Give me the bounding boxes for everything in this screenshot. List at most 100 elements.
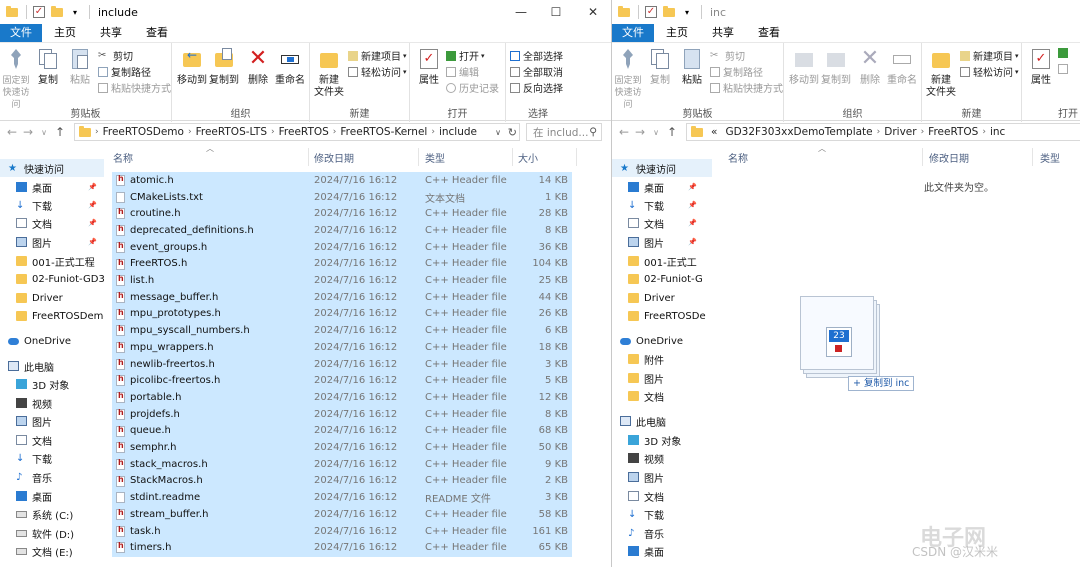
- sidebar-item[interactable]: 文档: [612, 487, 664, 505]
- properties-quick-icon[interactable]: ✓: [643, 4, 659, 20]
- select-none-button[interactable]: 全部取消: [510, 64, 563, 79]
- sidebar-item[interactable]: 桌面 📌: [612, 178, 697, 196]
- sidebar-item[interactable]: 图片: [0, 412, 52, 430]
- sidebar-item[interactable]: 文档: [612, 387, 664, 405]
- file-row[interactable]: mpu_prototypes.h 2024/7/16 16:12 C++ Heade…: [112, 306, 572, 323]
- new-folder-button[interactable]: 新建 文件夹: [926, 47, 956, 99]
- close-button[interactable]: ✕: [570, 0, 611, 24]
- sidebar-item[interactable]: 图片 📌: [0, 233, 97, 251]
- new-folder-quick-icon[interactable]: [661, 4, 677, 20]
- new-folder-button[interactable]: 新建 文件夹: [314, 47, 344, 99]
- search-input[interactable]: 在 includ... ⚲: [526, 123, 602, 141]
- sidebar-item[interactable]: ★ 快速访问: [0, 159, 104, 177]
- sidebar-item[interactable]: 此电脑: [612, 412, 666, 430]
- cut-button[interactable]: ✂ 剪切: [710, 48, 745, 64]
- sidebar-item[interactable]: Driver: [612, 289, 675, 307]
- sidebar-item[interactable]: ↓ 下载: [612, 505, 664, 523]
- forward-arrow-icon[interactable]: →: [632, 125, 648, 139]
- file-row[interactable]: newlib-freertos.h 2024/7/16 16:12 C++ Head…: [112, 356, 572, 373]
- file-row[interactable]: mpu_syscall_numbers.h 2024/7/16 16:12 C++ …: [112, 322, 572, 339]
- file-row[interactable]: timers.h 2024/7/16 16:12 C++ Header file 65…: [112, 539, 572, 556]
- sidebar-item[interactable]: 视频: [612, 449, 664, 467]
- edit-button[interactable]: 编辑: [446, 64, 479, 79]
- sidebar-item[interactable]: ↓ 下载 📌: [0, 196, 97, 214]
- breadcrumb-item[interactable]: FreeRTOS-Kernel: [340, 126, 427, 138]
- tab-share[interactable]: 共享: [700, 24, 746, 42]
- paste-shortcut-button[interactable]: 粘贴快捷方式: [98, 80, 171, 95]
- address-bar[interactable]: « GD32F303xxDemoTemplate › Driver › Free…: [686, 123, 1080, 141]
- edit-button[interactable]: [1058, 64, 1071, 74]
- copy-to-button[interactable]: 复制到: [208, 47, 240, 87]
- column-divider[interactable]: [1032, 148, 1033, 166]
- paste-button[interactable]: 粘贴: [66, 47, 94, 87]
- breadcrumb-item[interactable]: GD32F303xxDemoTemplate: [725, 126, 872, 138]
- file-row[interactable]: semphr.h 2024/7/16 16:12 C++ Header file 50…: [112, 439, 572, 456]
- move-to-button[interactable]: 移动到: [788, 47, 820, 87]
- tab-file[interactable]: 文件: [0, 24, 42, 42]
- file-row[interactable]: CMakeLists.txt 2024/7/16 16:12 文本文档 1 KB: [112, 189, 572, 206]
- column-header-type[interactable]: 类型: [1040, 146, 1060, 168]
- sidebar-item[interactable]: 系统 (C:): [0, 505, 73, 523]
- file-row[interactable]: stdint.readme 2024/7/16 16:12 README 文件 3 K…: [112, 489, 572, 506]
- sidebar-item[interactable]: 3D 对象: [0, 375, 69, 393]
- delete-button[interactable]: ✕ 删除: [856, 47, 884, 87]
- breadcrumb-item[interactable]: inc: [990, 126, 1005, 138]
- address-dropdown-icon[interactable]: ∨: [495, 128, 501, 137]
- sidebar-item[interactable]: FreeRTOSDe: [612, 307, 706, 325]
- sidebar-item[interactable]: 图片: [612, 369, 664, 387]
- file-row[interactable]: FreeRTOS.h 2024/7/16 16:12 C++ Header file…: [112, 256, 572, 273]
- open-button[interactable]: [1058, 48, 1071, 58]
- breadcrumb-item[interactable]: FreeRTOS: [279, 126, 329, 138]
- new-item-button[interactable]: 新建项目 ▾: [960, 48, 1019, 63]
- sidebar-item[interactable]: 文档 (E:): [0, 542, 73, 560]
- column-divider[interactable]: [512, 148, 513, 166]
- breadcrumb-item[interactable]: Driver: [884, 126, 916, 138]
- sidebar-item[interactable]: 文档 📌: [0, 214, 97, 232]
- invert-selection-button[interactable]: 反向选择: [510, 80, 563, 95]
- tab-share[interactable]: 共享: [88, 24, 134, 42]
- sidebar-item[interactable]: 视频: [0, 394, 52, 412]
- column-divider[interactable]: [922, 148, 923, 166]
- paste-shortcut-button[interactable]: 粘贴快捷方式: [710, 80, 783, 95]
- copy-path-button[interactable]: 复制路径: [98, 64, 151, 79]
- sidebar-item[interactable]: ↓ 下载 📌: [612, 196, 697, 214]
- sidebar-item[interactable]: ★ 快速访问: [612, 159, 712, 177]
- sidebar-item[interactable]: 桌面: [612, 542, 664, 560]
- recent-dropdown-icon[interactable]: ∨: [648, 128, 664, 137]
- file-row[interactable]: stack_macros.h 2024/7/16 16:12 C++ Header …: [112, 456, 572, 473]
- forward-arrow-icon[interactable]: →: [20, 125, 36, 139]
- up-arrow-icon[interactable]: ↑: [52, 125, 68, 139]
- sidebar-item[interactable]: 02-Funiot-GD3: [0, 270, 104, 288]
- quick-access-dropdown-icon[interactable]: ▾: [67, 4, 83, 20]
- sidebar-item[interactable]: 文档: [0, 431, 52, 449]
- sidebar-item[interactable]: 桌面: [0, 487, 52, 505]
- copy-path-button[interactable]: 复制路径: [710, 64, 763, 79]
- new-item-button[interactable]: 新建项目 ▾: [348, 48, 407, 63]
- file-row[interactable]: queue.h 2024/7/16 16:12 C++ Header file 68 …: [112, 423, 572, 440]
- tab-home[interactable]: 主页: [654, 24, 700, 42]
- sidebar-item[interactable]: ♪ 音乐: [612, 524, 664, 542]
- sidebar-item[interactable]: 001-正式工: [612, 252, 697, 270]
- copy-to-button[interactable]: 复制到: [820, 47, 852, 87]
- properties-button[interactable]: ✓ 属性: [1026, 47, 1056, 87]
- file-row[interactable]: croutine.h 2024/7/16 16:12 C++ Header file…: [112, 205, 572, 222]
- column-divider[interactable]: [576, 148, 577, 166]
- file-row[interactable]: event_groups.h 2024/7/16 16:12 C++ Header …: [112, 239, 572, 256]
- file-row[interactable]: deprecated_definitions.h 2024/7/16 16:12 C…: [112, 222, 572, 239]
- sidebar-item[interactable]: ♪ 音乐: [0, 468, 52, 486]
- up-arrow-icon[interactable]: ↑: [664, 125, 680, 139]
- tab-view[interactable]: 查看: [134, 24, 180, 42]
- file-row[interactable]: task.h 2024/7/16 16:12 C++ Header file 161 …: [112, 523, 572, 540]
- pin-quick-access-button[interactable]: 固定到快速访问: [612, 47, 644, 111]
- file-row[interactable]: portable.h 2024/7/16 16:12 C++ Header file…: [112, 389, 572, 406]
- column-header-name[interactable]: 名称: [728, 146, 748, 168]
- pin-quick-access-button[interactable]: 固定到快速访问: [0, 47, 32, 111]
- breadcrumb-item[interactable]: FreeRTOS: [928, 126, 978, 138]
- rename-button[interactable]: 重命名: [886, 47, 918, 87]
- sidebar-item[interactable]: 文档 📌: [612, 214, 697, 232]
- file-row[interactable]: list.h 2024/7/16 16:12 C++ Header file 25 K…: [112, 272, 572, 289]
- sidebar-item[interactable]: 001-正式工程: [0, 252, 95, 270]
- cut-button[interactable]: ✂ 剪切: [98, 48, 133, 64]
- sidebar-item[interactable]: Driver: [0, 289, 63, 307]
- breadcrumb-overflow[interactable]: «: [711, 126, 717, 138]
